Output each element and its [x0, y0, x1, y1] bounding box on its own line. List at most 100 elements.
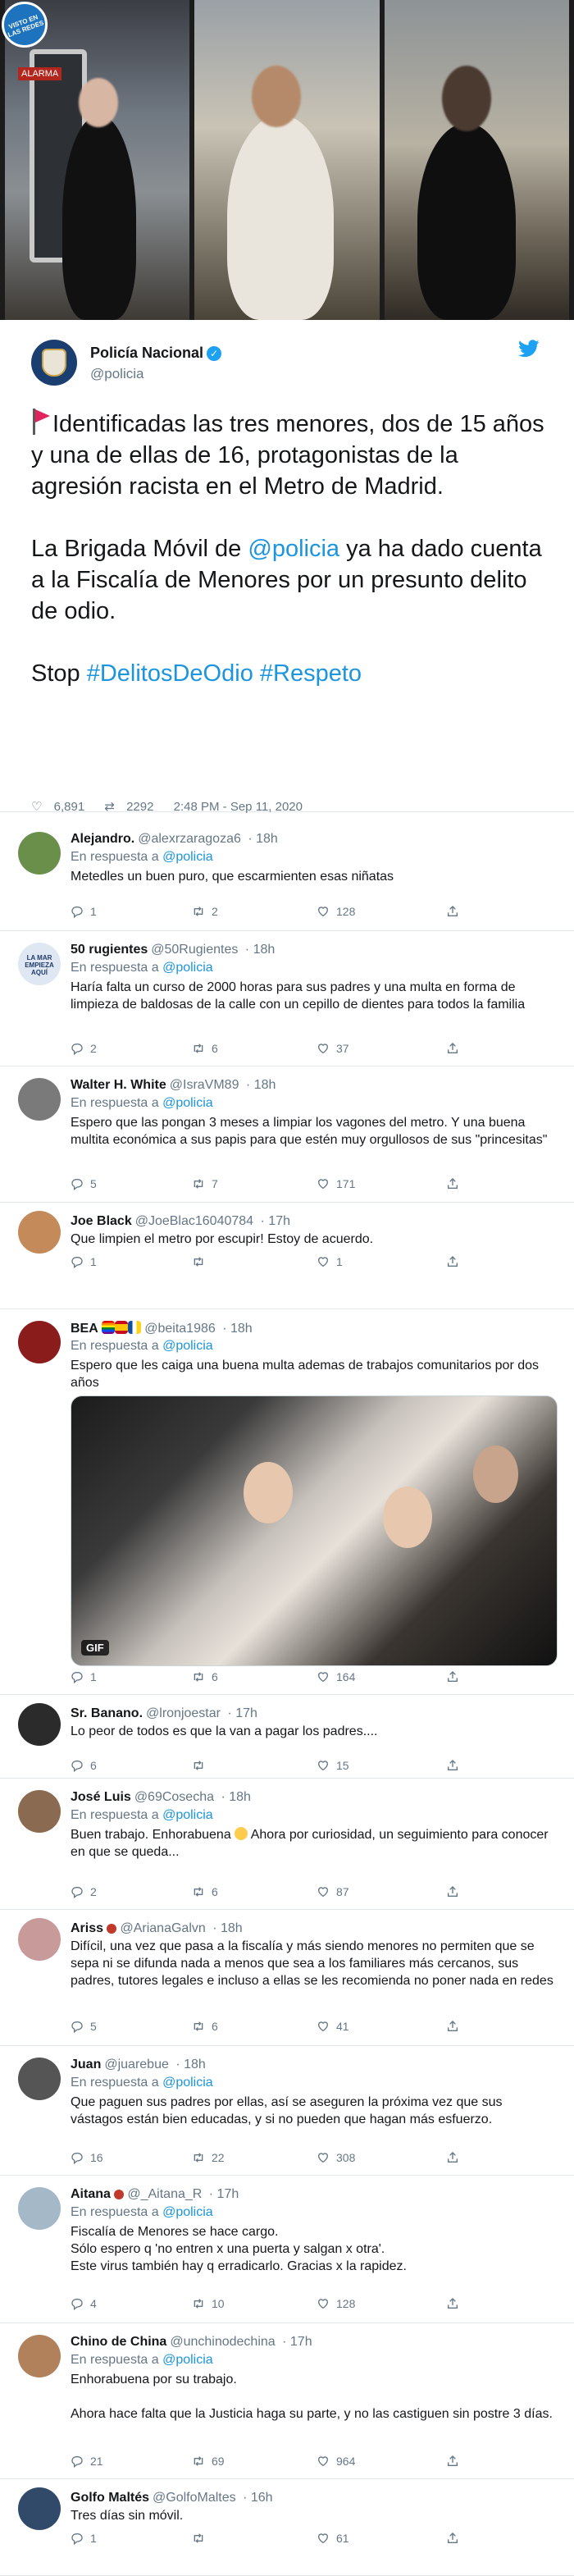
like-button[interactable]: 308: [317, 2151, 355, 2164]
retweet-button[interactable]: [192, 2532, 212, 2545]
reply-button[interactable]: 1: [71, 2532, 97, 2545]
share-button[interactable]: [446, 1177, 459, 1190]
reply-author-name[interactable]: BEA: [71, 1322, 98, 1336]
reply-button[interactable]: 16: [71, 2151, 103, 2164]
reply-author-name[interactable]: Walter H. White: [71, 1078, 166, 1092]
reply-time[interactable]: 17h: [235, 1706, 257, 1720]
mention-link[interactable]: @policia: [162, 2205, 213, 2219]
like-button[interactable]: 164: [317, 1670, 355, 1683]
reply-author-name[interactable]: Juan: [71, 2058, 101, 2071]
reply-time[interactable]: 16h: [251, 2491, 273, 2505]
avatar[interactable]: [18, 1321, 61, 1363]
reply-author-handle[interactable]: @alexrzaragoza6: [138, 832, 241, 846]
avatar[interactable]: [18, 2058, 61, 2100]
reply-author-handle[interactable]: @JoeBlac16040784: [135, 1214, 253, 1228]
reply-button[interactable]: 1: [71, 1255, 97, 1268]
share-button[interactable]: [446, 1255, 459, 1268]
like-button[interactable]: 87: [317, 1885, 349, 1898]
avatar[interactable]: [31, 340, 77, 386]
reply-tweet[interactable]: Aitana @_Aitana_R · 17h En respuesta a @p…: [0, 2176, 574, 2323]
retweet-button[interactable]: 6: [192, 2020, 218, 2033]
reply-tweet[interactable]: Golfo Maltés @GolfoMaltes · 16h Tres días …: [0, 2479, 574, 2576]
retweet-button[interactable]: 10: [192, 2297, 225, 2310]
retweet-button[interactable]: 6: [192, 1042, 218, 1055]
mention-link[interactable]: @policia: [162, 1096, 213, 1110]
retweet-button[interactable]: 6: [192, 1670, 218, 1683]
mention-link[interactable]: @policia: [162, 1808, 213, 1822]
like-button[interactable]: 128: [317, 905, 355, 918]
reply-tweet[interactable]: Walter H. White @IsraVM89 · 18h En respues…: [0, 1066, 574, 1203]
reply-tweet[interactable]: Juan @juarebue · 18h En respuesta a @polic…: [0, 2046, 574, 2176]
reply-button[interactable]: 4: [71, 2297, 97, 2310]
reply-author-handle[interactable]: @lronjoestar: [146, 1706, 221, 1720]
like-count[interactable]: ♡ 6,891: [31, 800, 93, 814]
reply-button[interactable]: 6: [71, 1759, 97, 1772]
reply-author-name[interactable]: Ariss: [71, 1921, 103, 1935]
reply-button[interactable]: 1: [71, 905, 97, 918]
reply-tweet[interactable]: BEA @beita1986 · 18h En respuesta a @poli…: [0, 1309, 574, 1695]
retweet-button[interactable]: 69: [192, 2455, 225, 2468]
share-button[interactable]: [446, 905, 459, 918]
reply-time[interactable]: 18h: [229, 1790, 251, 1804]
reply-tweet[interactable]: Chino de China @unchinodechina · 17h En re…: [0, 2323, 574, 2479]
retweet-count[interactable]: ⇄ 2292: [104, 800, 162, 814]
share-button[interactable]: [446, 2020, 459, 2033]
reply-author-handle[interactable]: @69Cosecha: [134, 1790, 214, 1804]
gif-media[interactable]: GIF: [71, 1395, 558, 1666]
avatar[interactable]: [18, 2487, 61, 2530]
like-button[interactable]: 964: [317, 2455, 355, 2468]
share-button[interactable]: [446, 1885, 459, 1898]
share-button[interactable]: [446, 1042, 459, 1055]
reply-time[interactable]: 17h: [217, 2187, 239, 2201]
reply-author-handle[interactable]: @50Rugientes: [151, 943, 238, 957]
mention-link[interactable]: @policia: [162, 2353, 213, 2367]
reply-author-name[interactable]: 50 rugientes: [71, 943, 148, 957]
reply-time[interactable]: 18h: [230, 1322, 253, 1336]
author-handle[interactable]: @policia: [90, 366, 144, 382]
reply-author-name[interactable]: Sr. Banano.: [71, 1706, 143, 1720]
reply-time[interactable]: 18h: [221, 1921, 243, 1935]
avatar[interactable]: [18, 1211, 61, 1254]
like-button[interactable]: 61: [317, 2532, 349, 2545]
like-button[interactable]: 128: [317, 2297, 355, 2310]
reply-button[interactable]: 5: [71, 1177, 97, 1190]
avatar[interactable]: [18, 832, 61, 875]
reply-author-name[interactable]: Chino de China: [71, 2335, 166, 2349]
avatar[interactable]: [18, 2335, 61, 2377]
avatar[interactable]: [18, 1918, 61, 1961]
author-name[interactable]: Policía Nacional ✓: [90, 345, 222, 362]
reply-time[interactable]: 17h: [268, 1214, 290, 1228]
like-button[interactable]: 1: [317, 1255, 343, 1268]
share-button[interactable]: [446, 2455, 459, 2468]
avatar[interactable]: [18, 1703, 61, 1746]
avatar[interactable]: [18, 1790, 61, 1833]
retweet-button[interactable]: 7: [192, 1177, 218, 1190]
reply-author-handle[interactable]: @unchinodechina: [170, 2335, 275, 2349]
avatar[interactable]: [18, 2187, 61, 2230]
reply-tweet[interactable]: LA MAR EMPIEZA AQUÍ 50 rugientes @50Rugien…: [0, 931, 574, 1066]
hashtag-link[interactable]: #Respeto: [260, 660, 362, 687]
reply-time[interactable]: 18h: [256, 832, 278, 846]
mention-link[interactable]: @policia: [162, 961, 213, 975]
reply-author-handle[interactable]: @juarebue: [104, 2058, 169, 2071]
avatar[interactable]: [18, 1078, 61, 1121]
reply-button[interactable]: 1: [71, 1670, 97, 1683]
reply-tweet[interactable]: Alejandro. @alexrzaragoza6 · 18h En respue…: [0, 820, 574, 931]
like-button[interactable]: 37: [317, 1042, 349, 1055]
retweet-button[interactable]: [192, 1759, 212, 1772]
twitter-bird-icon[interactable]: [518, 340, 540, 363]
reply-author-name[interactable]: José Luis: [71, 1790, 131, 1804]
hashtag-link[interactable]: #DelitosDeOdio: [87, 660, 253, 687]
timestamp[interactable]: 2:48 PM - Sep 11, 2020: [174, 800, 303, 814]
retweet-button[interactable]: 6: [192, 1885, 218, 1898]
reply-author-handle[interactable]: @_Aitana_R: [127, 2187, 202, 2201]
mention-link[interactable]: @policia: [248, 536, 339, 562]
reply-button[interactable]: 5: [71, 2020, 97, 2033]
share-button[interactable]: [446, 1670, 459, 1683]
reply-time[interactable]: 18h: [253, 943, 276, 957]
share-button[interactable]: [446, 2297, 459, 2310]
avatar[interactable]: LA MAR EMPIEZA AQUÍ: [18, 943, 61, 985]
reply-author-handle[interactable]: @ArianaGalvn: [120, 1921, 205, 1935]
reply-author-name[interactable]: Joe Black: [71, 1214, 132, 1228]
retweet-button[interactable]: [192, 1255, 212, 1268]
